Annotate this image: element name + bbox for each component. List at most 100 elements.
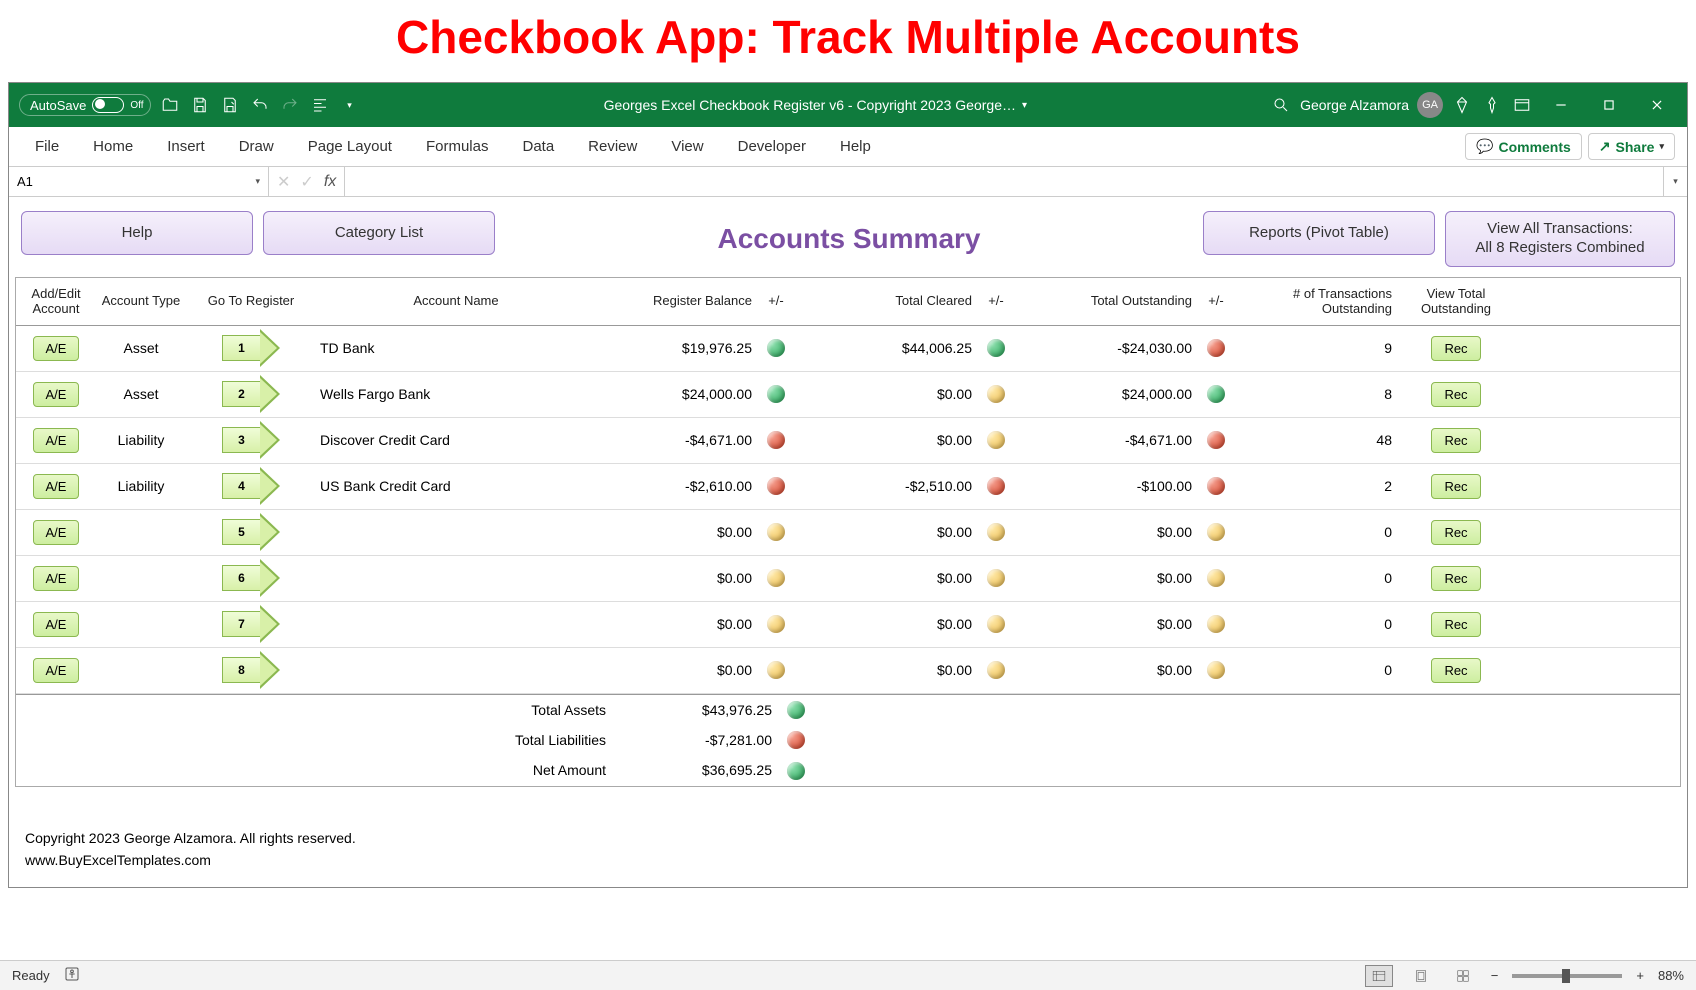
quick-action-icon[interactable]: [309, 94, 331, 116]
goto-register-button[interactable]: 2: [222, 375, 280, 413]
account-type: Liability: [96, 430, 186, 450]
close-button[interactable]: [1637, 90, 1677, 120]
account-type: Asset: [96, 384, 186, 404]
open-icon[interactable]: [159, 94, 181, 116]
user-account[interactable]: George Alzamora GA: [1300, 92, 1443, 118]
rec-button[interactable]: Rec: [1431, 658, 1480, 683]
normal-view-button[interactable]: [1365, 965, 1393, 987]
account-name: [316, 622, 596, 626]
table-row: A/E Asset 1 TD Bank $19,976.25 $44,006.2…: [16, 326, 1680, 372]
diamond-icon[interactable]: [1451, 94, 1473, 116]
rec-button[interactable]: Rec: [1431, 336, 1480, 361]
accept-icon[interactable]: ✓: [300, 172, 313, 192]
tab-formulas[interactable]: Formulas: [412, 132, 503, 161]
zoom-out-button[interactable]: −: [1491, 968, 1499, 983]
rec-button[interactable]: Rec: [1431, 520, 1480, 545]
tab-review[interactable]: Review: [574, 132, 651, 161]
add-edit-button[interactable]: A/E: [33, 474, 80, 499]
tab-help[interactable]: Help: [826, 132, 885, 161]
hdr-cleared: Total Cleared: [796, 291, 976, 311]
tab-data[interactable]: Data: [508, 132, 568, 161]
add-edit-button[interactable]: A/E: [33, 658, 80, 683]
status-dot-icon: [1207, 569, 1225, 587]
page-layout-view-button[interactable]: [1407, 965, 1435, 987]
redo-icon[interactable]: [279, 94, 301, 116]
view-all-transactions-button[interactable]: View All Transactions: All 8 Registers C…: [1445, 211, 1675, 267]
document-title[interactable]: Georges Excel Checkbook Register v6 - Co…: [604, 97, 1027, 113]
maximize-button[interactable]: [1589, 90, 1629, 120]
account-type: [96, 622, 186, 626]
user-name: George Alzamora: [1300, 97, 1409, 113]
rec-button[interactable]: Rec: [1431, 566, 1480, 591]
zoom-slider[interactable]: [1512, 974, 1622, 978]
name-box[interactable]: A1 ▾: [9, 167, 269, 196]
account-type: Asset: [96, 338, 186, 358]
tab-developer[interactable]: Developer: [724, 132, 820, 161]
goto-register-button[interactable]: 1: [222, 329, 280, 367]
rec-button[interactable]: Rec: [1431, 612, 1480, 637]
add-edit-button[interactable]: A/E: [33, 566, 80, 591]
zoom-percent[interactable]: 88%: [1658, 968, 1684, 983]
goto-register-button[interactable]: 5: [222, 513, 280, 551]
banner-title: Checkbook App: Track Multiple Accounts: [0, 0, 1696, 82]
status-dot-icon: [767, 385, 785, 403]
page-break-view-button[interactable]: [1449, 965, 1477, 987]
num-transactions: 8: [1236, 384, 1396, 404]
rec-button[interactable]: Rec: [1431, 428, 1480, 453]
rec-button[interactable]: Rec: [1431, 382, 1480, 407]
titlebar: AutoSave Off ▾ Georges Excel Checkbook R…: [9, 83, 1687, 127]
account-name: [316, 576, 596, 580]
category-list-button[interactable]: Category List: [263, 211, 495, 255]
save-as-icon[interactable]: [219, 94, 241, 116]
qat-dropdown-icon[interactable]: ▾: [339, 94, 361, 116]
search-icon[interactable]: [1270, 94, 1292, 116]
goto-register-button[interactable]: 6: [222, 559, 280, 597]
fx-icon[interactable]: fx: [324, 173, 336, 191]
add-edit-button[interactable]: A/E: [33, 336, 80, 361]
rec-button[interactable]: Rec: [1431, 474, 1480, 499]
zoom-in-button[interactable]: +: [1636, 968, 1644, 983]
pin-icon[interactable]: [1481, 94, 1503, 116]
tab-home[interactable]: Home: [79, 132, 147, 161]
hdr-reg-bal: Register Balance: [596, 291, 756, 311]
formula-input[interactable]: [345, 167, 1663, 196]
goto-register-button[interactable]: 8: [222, 651, 280, 689]
cancel-icon[interactable]: ✕: [277, 172, 290, 192]
tab-view[interactable]: View: [657, 132, 717, 161]
add-edit-button[interactable]: A/E: [33, 428, 80, 453]
footer-text: Copyright 2023 George Alzamora. All righ…: [15, 787, 1681, 882]
save-icon[interactable]: [189, 94, 211, 116]
hdr-type: Account Type: [96, 291, 186, 311]
register-balance: $19,976.25: [596, 338, 756, 358]
add-edit-button[interactable]: A/E: [33, 382, 80, 407]
tab-draw[interactable]: Draw: [225, 132, 288, 161]
comments-button[interactable]: 💬 Comments: [1465, 133, 1582, 160]
share-button[interactable]: ↗ Share ▾: [1588, 133, 1675, 160]
undo-icon[interactable]: [249, 94, 271, 116]
tab-page-layout[interactable]: Page Layout: [294, 132, 406, 161]
worksheet: Help Category List Accounts Summary Repo…: [9, 197, 1687, 887]
tab-file[interactable]: File: [21, 132, 73, 161]
account-name: [316, 530, 596, 534]
tab-insert[interactable]: Insert: [153, 132, 219, 161]
help-button[interactable]: Help: [21, 211, 253, 255]
register-balance: $24,000.00: [596, 384, 756, 404]
add-edit-button[interactable]: A/E: [33, 520, 80, 545]
expand-formula-icon[interactable]: ▾: [1663, 167, 1687, 196]
goto-register-button[interactable]: 7: [222, 605, 280, 643]
view-all-line1: View All Transactions:: [1487, 220, 1633, 239]
comments-label: Comments: [1498, 139, 1570, 155]
table-row: A/E 8 $0.00 $0.00 $0.00 0 Rec: [16, 648, 1680, 694]
num-transactions: 48: [1236, 430, 1396, 450]
add-edit-button[interactable]: A/E: [33, 612, 80, 637]
status-dot-icon: [767, 431, 785, 449]
account-name: [316, 668, 596, 672]
reports-button[interactable]: Reports (Pivot Table): [1203, 211, 1435, 255]
ribbon-display-icon[interactable]: [1511, 94, 1533, 116]
status-dot-icon: [787, 731, 805, 749]
minimize-button[interactable]: [1541, 90, 1581, 120]
goto-register-button[interactable]: 4: [222, 467, 280, 505]
goto-register-button[interactable]: 3: [222, 421, 280, 459]
autosave-toggle[interactable]: AutoSave Off: [19, 94, 151, 116]
accessibility-icon[interactable]: [64, 966, 80, 985]
